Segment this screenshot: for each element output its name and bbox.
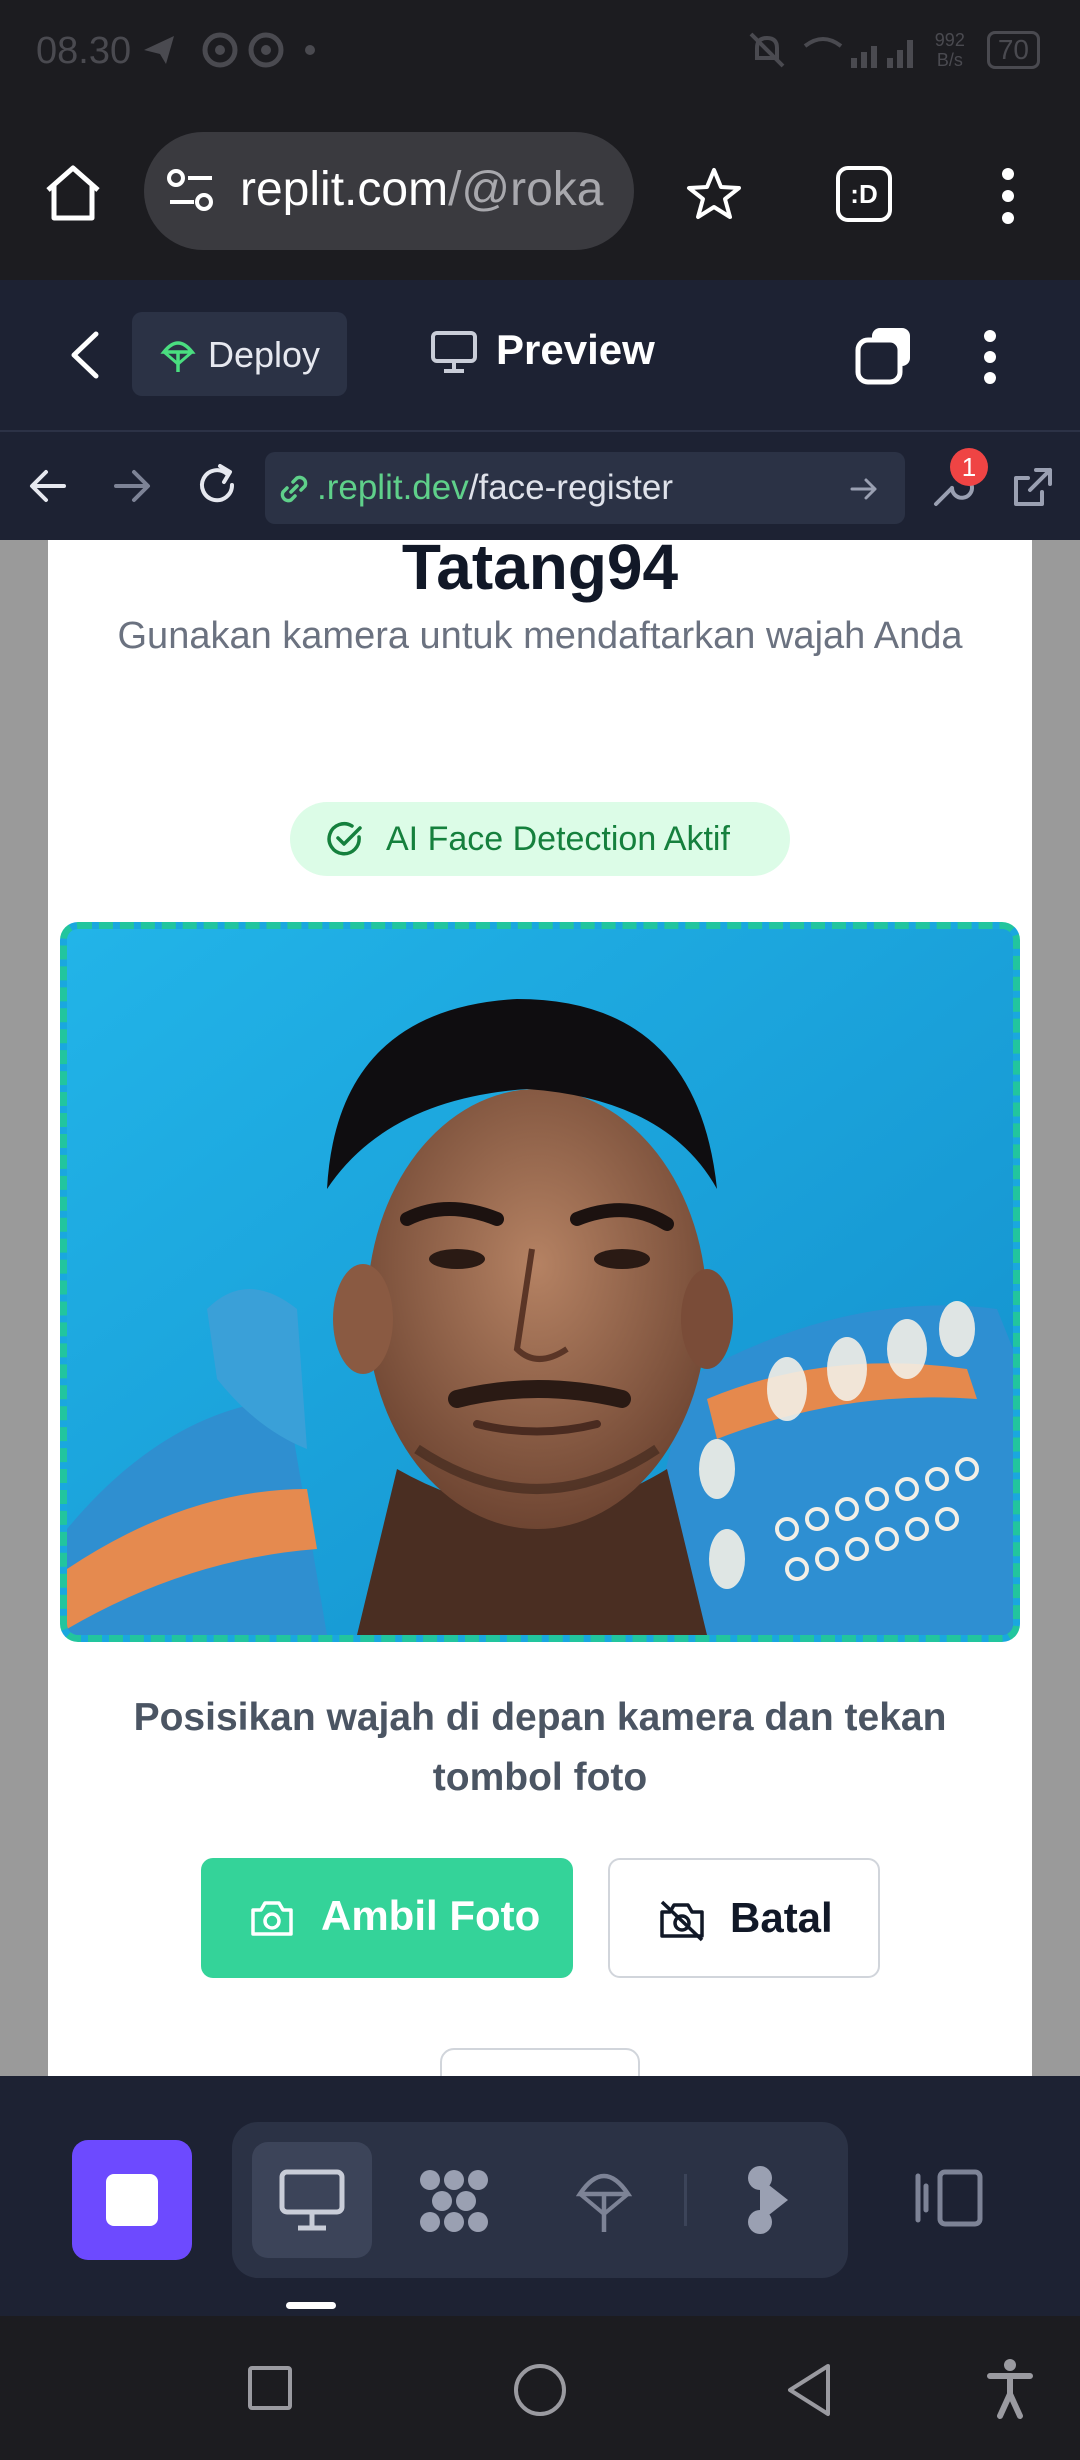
recents-icon[interactable] [246, 2364, 294, 2412]
preview-monitor-icon [431, 331, 477, 373]
preview-tool-icon [279, 2169, 345, 2231]
tabs-switcher-icon[interactable] [852, 324, 914, 386]
signal-icon [803, 37, 913, 68]
deploy-label: Deploy [208, 334, 321, 375]
tool-group [232, 2122, 848, 2278]
agent-tool-icon[interactable] [744, 2164, 798, 2236]
notification-icons [144, 32, 315, 68]
webview-url-path: /face-register [468, 468, 673, 507]
browser-url-bar[interactable]: replit.com/@roka [144, 132, 634, 250]
layout-toggle-icon[interactable] [912, 2166, 986, 2230]
webview-url-text: .replit.dev/face-register [317, 468, 673, 508]
status-bar: 08.30 992 B/s 70 [0, 0, 1080, 110]
net-speed: 992 B/s [935, 30, 965, 70]
register-card: Tatang94 Gunakan kamera untuk mendaftark… [48, 540, 1032, 2076]
tabs-button[interactable]: :D [836, 166, 892, 222]
workspace-menu-icon[interactable] [980, 328, 1000, 386]
camera-instruction: Posisikan wajah di depan kamera dan teka… [133, 1696, 947, 1799]
camera-feed-image [67, 929, 1013, 1635]
go-arrow-icon[interactable] [849, 474, 879, 504]
webview-url-field[interactable]: .replit.dev/face-register [265, 452, 905, 524]
deploy-icon [160, 341, 196, 372]
site-settings-icon[interactable] [166, 168, 216, 214]
webview-forward-icon[interactable] [112, 466, 152, 506]
take-photo-button[interactable]: Ambil Foto [201, 1858, 573, 1978]
webview-content: Tatang94 Gunakan kamera untuk mendaftark… [0, 540, 1080, 2076]
battery-level: 70 [997, 34, 1029, 65]
tool-divider [684, 2174, 687, 2226]
page-subtitle: Gunakan kamera untuk mendaftarkan wajah … [117, 615, 963, 657]
net-speed-value: 992 [934, 30, 965, 50]
preview-tab-label[interactable]: Preview [496, 326, 655, 374]
accessibility-icon[interactable] [986, 2358, 1034, 2420]
tabs-count: :D [850, 179, 878, 209]
take-photo-label: Ambil Foto [321, 1892, 541, 1939]
replit-toolbar: Deploy Preview [0, 280, 1080, 430]
devtools-error-badge: 1 [950, 448, 988, 486]
url-host: replit.com [240, 163, 449, 216]
partial-hidden-button[interactable] [440, 2048, 640, 2076]
webview-back-icon[interactable] [28, 466, 68, 506]
cancel-button[interactable]: Batal [608, 1858, 880, 1978]
browser-toolbar: replit.com/@roka :D [0, 110, 1080, 280]
page-title: Tatang94 [401, 540, 679, 603]
cancel-label: Batal [730, 1894, 833, 1941]
camera-icon [251, 1901, 293, 1936]
ai-badge-label: AI Face Detection Aktif [386, 820, 730, 858]
stop-icon [106, 2174, 158, 2226]
deploy-button[interactable]: Deploy [132, 312, 347, 396]
active-tab-indicator [286, 2302, 336, 2309]
status-notification-icons [140, 30, 320, 79]
battery-icon: 70 [986, 31, 1040, 69]
webview-reload-icon[interactable] [194, 462, 240, 508]
packages-tool-icon[interactable] [416, 2166, 492, 2236]
camera-off-icon [660, 1900, 704, 1942]
check-circle-icon [327, 822, 362, 856]
back-nav-icon[interactable] [784, 2362, 834, 2418]
net-speed-unit: B/s [936, 50, 963, 70]
browser-menu-icon[interactable] [998, 166, 1018, 226]
stop-button[interactable] [72, 2140, 192, 2260]
home-icon[interactable] [42, 162, 104, 224]
open-external-icon[interactable] [1012, 466, 1054, 508]
android-nav-bar [0, 2316, 1080, 2460]
ai-detection-badge: AI Face Detection Aktif [290, 802, 790, 876]
deploy-tool-icon[interactable] [576, 2164, 632, 2236]
webview-url-domain: .replit.dev [317, 468, 469, 507]
browser-url-text: replit.com/@roka [240, 162, 604, 217]
replit-bottom-dock [0, 2076, 1080, 2316]
webview-nav-bar: .replit.dev/face-register 1 [0, 430, 1080, 540]
url-path: /@roka [448, 163, 604, 216]
bookmark-star-icon[interactable] [686, 166, 742, 222]
camera-preview [60, 922, 1020, 1642]
home-nav-icon[interactable] [512, 2362, 568, 2418]
status-time: 08.30 [36, 30, 132, 72]
status-system-icons: 992 B/s 70 [747, 30, 1040, 70]
back-chevron-icon[interactable] [68, 330, 102, 380]
mute-icon [749, 32, 785, 68]
link-icon [280, 475, 308, 503]
